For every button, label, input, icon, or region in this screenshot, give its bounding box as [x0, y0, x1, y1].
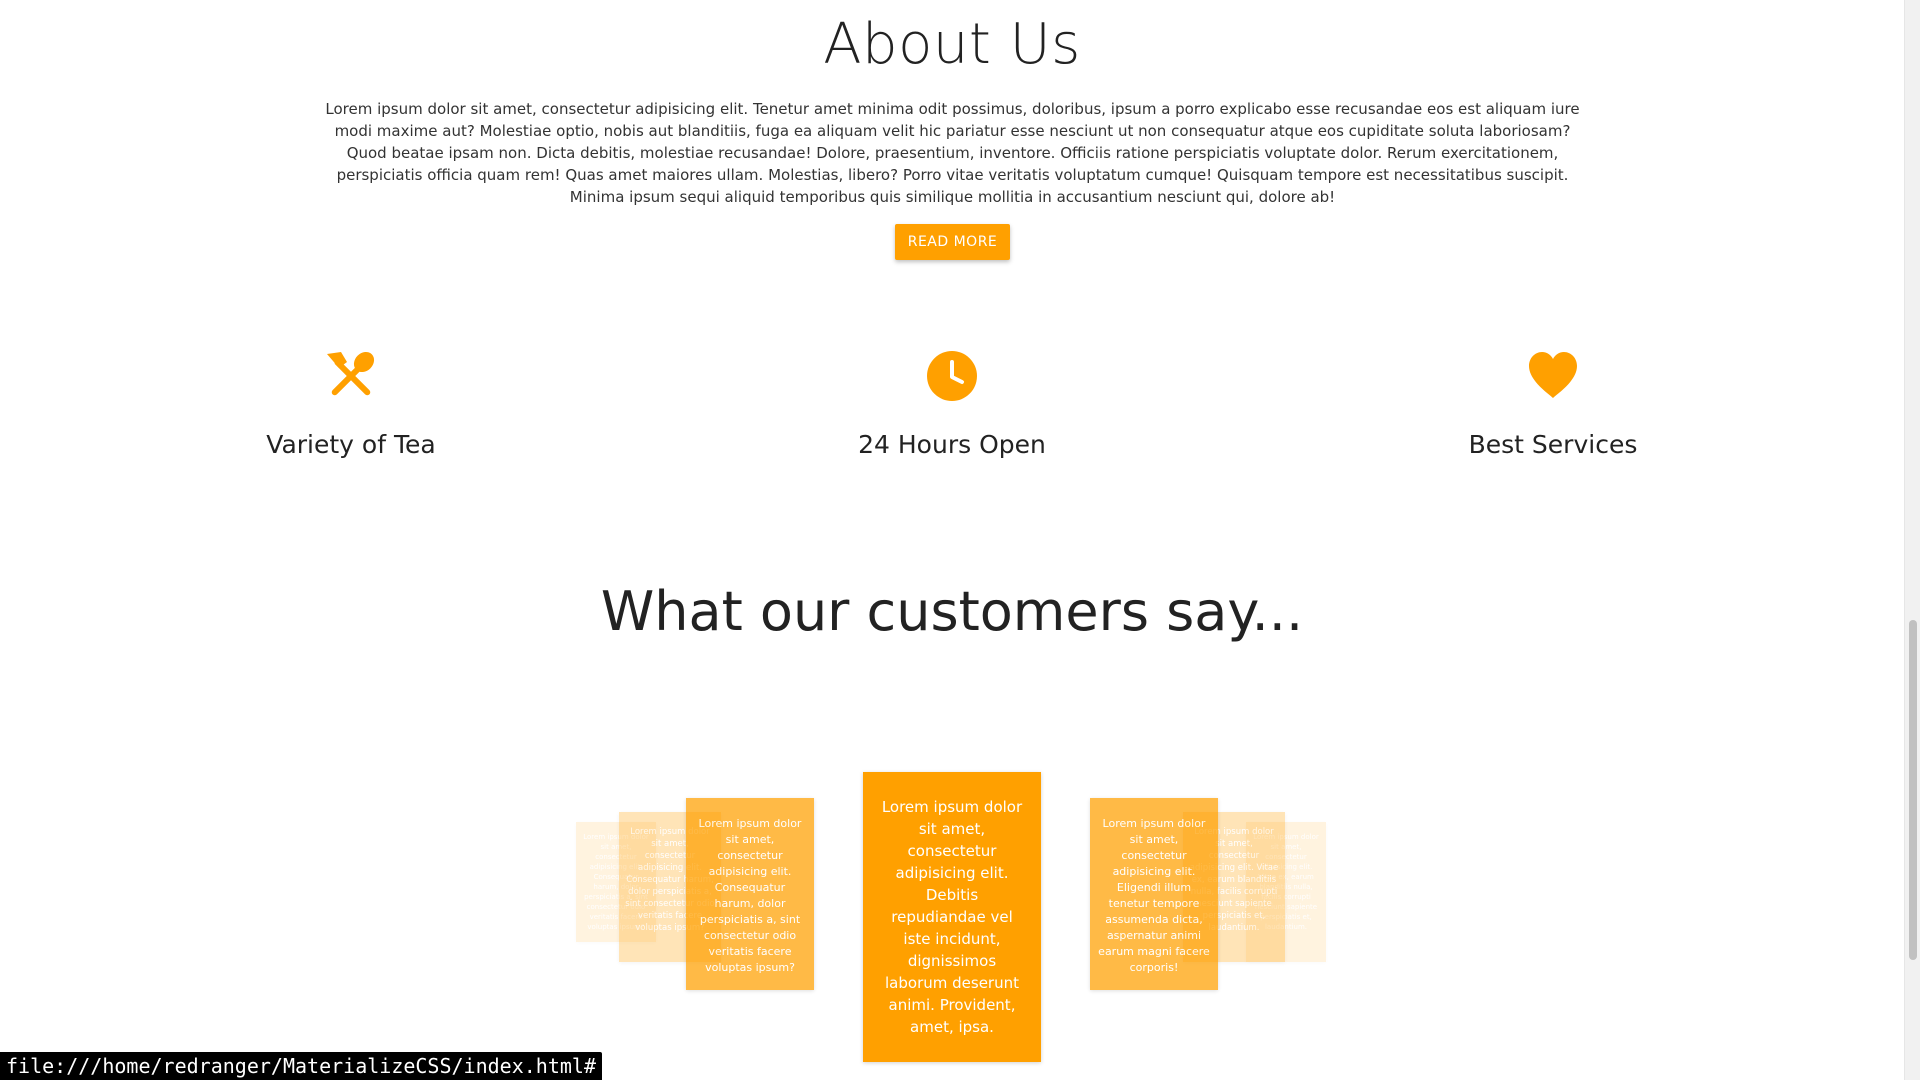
- restaurant-icon: [327, 351, 375, 396]
- clock-icon: [927, 351, 977, 401]
- heart-icon: [1529, 352, 1577, 398]
- about-title: About Us: [823, 12, 1081, 77]
- testimonial-card-center[interactable]: Lorem ipsum dolor sit amet, consectetur …: [863, 772, 1041, 1062]
- about-body-text: Lorem ipsum dolor sit amet, consectetur …: [325, 100, 1580, 206]
- feature-label: 24 Hours Open: [858, 430, 1046, 459]
- feature-variety-of-tea: Variety of Tea: [151, 350, 551, 459]
- read-more-button[interactable]: READ MORE: [895, 224, 1010, 260]
- testimonial-text: Lorem ipsum dolor sit amet, consectetur …: [698, 817, 802, 974]
- testimonial-text: Lorem ipsum dolor sit amet, consectetur …: [1098, 817, 1210, 974]
- scrollbar-thumb[interactable]: [1909, 620, 1917, 960]
- page-viewport: About Us Lorem ipsum dolor sit amet, con…: [0, 0, 1904, 1080]
- testimonial-card-left[interactable]: Lorem ipsum dolor sit amet, consectetur …: [686, 798, 814, 990]
- testimonials-title: What our customers say...: [600, 580, 1304, 643]
- feature-24-hours-open: 24 Hours Open: [752, 350, 1152, 459]
- feature-label: Variety of Tea: [266, 430, 436, 459]
- feature-label: Best Services: [1468, 430, 1638, 459]
- feature-best-services: Best Services: [1353, 350, 1753, 459]
- vertical-scrollbar[interactable]: [1904, 0, 1920, 1080]
- testimonial-card-right[interactable]: Lorem ipsum dolor sit amet, consectetur …: [1090, 798, 1218, 990]
- testimonials-carousel[interactable]: Lorem ipsum dolor sit amet, consectetur …: [0, 760, 1904, 1080]
- testimonial-text: Lorem ipsum dolor sit amet, consectetur …: [881, 798, 1023, 1036]
- status-bar-url: file:///home/redranger/MaterializeCSS/in…: [0, 1052, 603, 1080]
